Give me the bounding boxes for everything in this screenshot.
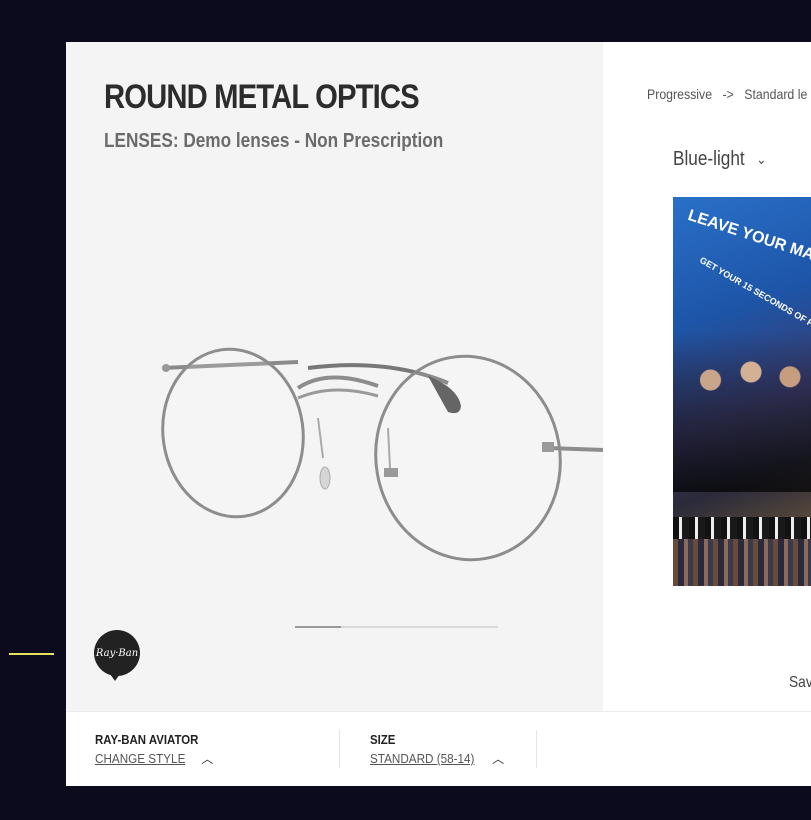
size-option: SIZE STANDARD (58-14) ︿ [370, 732, 504, 768]
photo-crowd [673, 539, 811, 586]
breadcrumb-item-standard[interactable]: Standard le [744, 86, 807, 102]
lens-filter-label: Blue-light [673, 148, 745, 170]
photo-people [673, 332, 811, 492]
scrollbar-thumb[interactable] [295, 626, 341, 628]
size-label: SIZE [370, 732, 396, 747]
image-carousel-scrollbar[interactable] [295, 626, 498, 628]
save-link[interactable]: Sav [789, 674, 811, 692]
lens-preview-photo: LEAVE YOUR MARK GET YOUR 15 SECONDS OF F… [673, 197, 811, 586]
breadcrumb: Progressive -> Standard le [647, 86, 811, 102]
breadcrumb-arrow: -> [722, 86, 734, 102]
divider [536, 730, 537, 768]
breadcrumb-item-progressive[interactable]: Progressive [647, 86, 712, 102]
product-title: ROUND METAL OPTICS [104, 78, 420, 116]
chevron-up-icon[interactable]: ︿ [201, 750, 213, 767]
chevron-down-icon: ⌄ [756, 151, 767, 168]
lens-preview-panel: Progressive -> Standard le Blue-light ⌄ … [603, 42, 811, 711]
size-value-link[interactable]: STANDARD (58-14) [370, 751, 474, 766]
style-option: RAY-BAN AVIATOR CHANGE STYLE ︿ [95, 732, 213, 768]
accent-line [9, 653, 54, 655]
style-label: RAY-BAN AVIATOR [95, 732, 199, 747]
divider [339, 730, 340, 768]
photo-ticker-strip [673, 517, 811, 539]
lens-filter-dropdown[interactable]: Blue-light ⌄ [673, 148, 766, 171]
chevron-up-icon[interactable]: ︿ [492, 750, 504, 767]
product-panel: ROUND METAL OPTICS LENSES: Demo lenses -… [66, 42, 605, 711]
change-style-link[interactable]: CHANGE STYLE [95, 751, 185, 766]
lenses-subtitle: LENSES: Demo lenses - Non Prescription [104, 130, 444, 152]
ray-ban-logo: Ray·Ban [94, 630, 140, 681]
glasses-image [161, 347, 605, 562]
configurator-card: ROUND METAL OPTICS LENSES: Demo lenses -… [66, 42, 811, 786]
photo-sign-subline: GET YOUR 15 SECONDS OF FAME. [698, 255, 811, 340]
bottom-bar: RAY-BAN AVIATOR CHANGE STYLE ︿ SIZE STAND… [66, 711, 811, 786]
